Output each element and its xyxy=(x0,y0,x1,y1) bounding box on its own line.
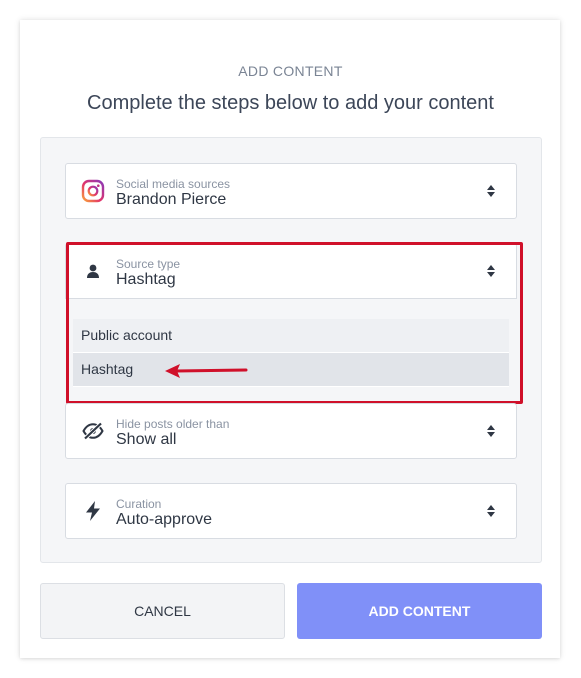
sort-arrows-icon xyxy=(486,423,496,439)
lightning-icon xyxy=(80,498,106,524)
curation-label: Curation xyxy=(116,497,162,511)
hide-posts-select[interactable]: Hide posts older than Show all xyxy=(65,403,517,459)
annotation-arrow-icon xyxy=(165,364,248,378)
sort-arrows-icon xyxy=(486,503,496,519)
source-type-select[interactable]: Source type Hashtag xyxy=(65,243,517,299)
dropdown-option-hashtag[interactable]: Hashtag xyxy=(73,353,509,386)
source-type-label: Source type xyxy=(116,257,181,271)
instagram-icon xyxy=(80,178,106,204)
social-source-label: Social media sources xyxy=(116,177,231,191)
sort-arrows-icon xyxy=(486,183,496,199)
add-content-button[interactable]: ADD CONTENT xyxy=(297,583,542,639)
person-icon xyxy=(80,258,106,284)
curation-select[interactable]: Curation Auto-approve xyxy=(65,483,517,539)
dialog-heading: Complete the steps below to add your con… xyxy=(87,92,494,114)
source-type-dropdown: Public account Hashtag xyxy=(73,319,509,387)
social-source-value: Brandon Pierce xyxy=(116,191,227,208)
sort-arrows-icon xyxy=(486,263,496,279)
hide-posts-value: Show all xyxy=(116,431,177,448)
dropdown-option-public-account[interactable]: Public account xyxy=(73,319,509,352)
dialog-kicker: ADD CONTENT xyxy=(238,63,343,79)
curation-value: Auto-approve xyxy=(116,511,213,528)
cancel-button[interactable]: CANCEL xyxy=(40,583,285,639)
eye-slash-icon xyxy=(80,418,106,444)
hide-posts-label: Hide posts older than xyxy=(116,417,230,431)
social-media-source-select[interactable]: Social media sources Brandon Pierce xyxy=(65,163,517,219)
source-type-value: Hashtag xyxy=(116,271,176,288)
